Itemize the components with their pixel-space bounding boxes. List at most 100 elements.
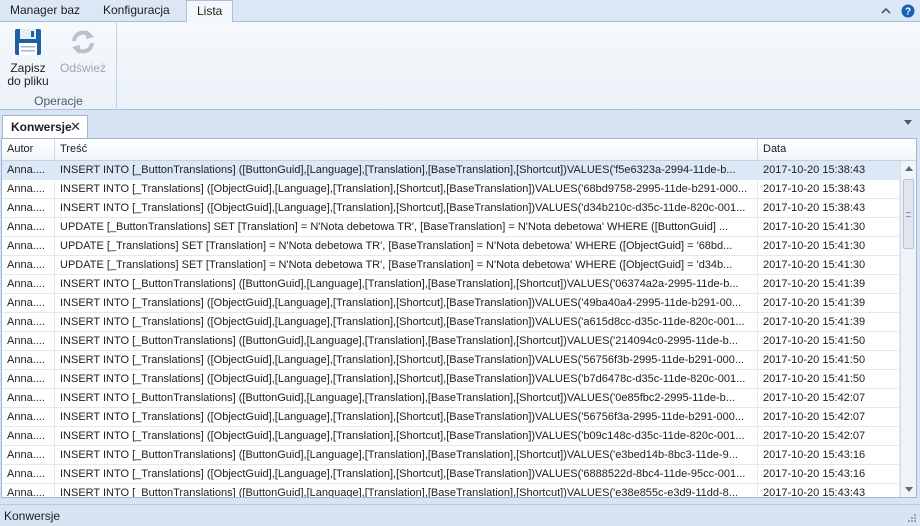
cell-autor: Anna....	[2, 275, 55, 293]
table-row[interactable]: Anna.... INSERT INTO [_Translations] ([Ob…	[2, 180, 900, 199]
table-row[interactable]: Anna.... INSERT INTO [_Translations] ([Ob…	[2, 294, 900, 313]
close-icon[interactable]: ✕	[70, 116, 81, 138]
ribbon: Zapisz do pliku Odśwież Operacje	[0, 22, 920, 110]
tab-manager-baz[interactable]: Manager baz	[0, 0, 90, 22]
table-row[interactable]: Anna.... UPDATE [_Translations] SET [Tran…	[2, 237, 900, 256]
cell-tresc: INSERT INTO [_Translations] ([ObjectGuid…	[55, 180, 758, 198]
table-row[interactable]: Anna.... INSERT INTO [_Translations] ([Ob…	[2, 313, 900, 332]
cell-data: 2017-10-20 15:41:30	[758, 256, 900, 274]
cell-autor: Anna....	[2, 180, 55, 198]
data-grid: Autor Treść Data Anna.... INSERT INTO [_B…	[1, 138, 917, 498]
save-button-label: Zapisz do pliku	[7, 61, 49, 88]
column-header-autor[interactable]: Autor	[2, 139, 55, 160]
table-row[interactable]: Anna.... INSERT INTO [_ButtonTranslations…	[2, 389, 900, 408]
table-row[interactable]: Anna.... UPDATE [_ButtonTranslations] SET…	[2, 218, 900, 237]
table-row[interactable]: Anna.... INSERT INTO [_ButtonTranslations…	[2, 275, 900, 294]
table-row[interactable]: Anna.... INSERT INTO [_Translations] ([Ob…	[2, 408, 900, 427]
refresh-icon	[67, 26, 99, 58]
table-row[interactable]: Anna.... UPDATE [_Translations] SET [Tran…	[2, 256, 900, 275]
cell-data: 2017-10-20 15:38:43	[758, 180, 900, 198]
help-icon[interactable]: ?	[900, 3, 916, 19]
cell-data: 2017-10-20 15:41:39	[758, 275, 900, 293]
cell-tresc: INSERT INTO [_ButtonTranslations] ([Butt…	[55, 484, 758, 497]
cell-tresc: INSERT INTO [_ButtonTranslations] ([Butt…	[55, 275, 758, 293]
cell-data: 2017-10-20 15:38:43	[758, 161, 900, 179]
cell-data: 2017-10-20 15:43:16	[758, 465, 900, 483]
cell-data: 2017-10-20 15:41:39	[758, 313, 900, 331]
cell-autor: Anna....	[2, 256, 55, 274]
scroll-up-icon[interactable]	[905, 166, 913, 171]
chevron-down-icon[interactable]	[904, 120, 912, 125]
cell-tresc: INSERT INTO [_ButtonTranslations] ([Butt…	[55, 332, 758, 350]
cell-autor: Anna....	[2, 389, 55, 407]
cell-autor: Anna....	[2, 294, 55, 312]
cell-data: 2017-10-20 15:42:07	[758, 427, 900, 445]
cell-autor: Anna....	[2, 218, 55, 236]
ribbon-group-operacje: Zapisz do pliku Odśwież Operacje	[0, 22, 117, 110]
tab-lista[interactable]: Lista	[186, 0, 234, 23]
cell-tresc: INSERT INTO [_Translations] ([ObjectGuid…	[55, 313, 758, 331]
cell-data: 2017-10-20 15:41:50	[758, 332, 900, 350]
tab-konwersje[interactable]: Konwersje ✕	[2, 115, 88, 139]
cell-data: 2017-10-20 15:41:50	[758, 351, 900, 369]
cell-autor: Anna....	[2, 408, 55, 426]
cell-data: 2017-10-20 15:42:07	[758, 389, 900, 407]
resize-grip-icon[interactable]	[907, 513, 917, 523]
cell-autor: Anna....	[2, 313, 55, 331]
cell-autor: Anna....	[2, 446, 55, 464]
table-row[interactable]: Anna.... INSERT INTO [_Translations] ([Ob…	[2, 370, 900, 389]
table-row[interactable]: Anna.... INSERT INTO [_Translations] ([Ob…	[2, 465, 900, 484]
cell-autor: Anna....	[2, 351, 55, 369]
column-header-data[interactable]: Data	[758, 139, 916, 160]
cell-autor: Anna....	[2, 465, 55, 483]
save-to-file-button[interactable]: Zapisz do pliku	[1, 26, 55, 88]
cell-autor: Anna....	[2, 427, 55, 445]
scrollbar-thumb[interactable]	[903, 179, 914, 249]
cell-data: 2017-10-20 15:41:50	[758, 370, 900, 388]
cell-tresc: UPDATE [_ButtonTranslations] SET [Transl…	[55, 218, 758, 236]
grid-header: Autor Treść Data	[2, 139, 916, 161]
cell-tresc: UPDATE [_Translations] SET [Translation]…	[55, 237, 758, 255]
tab-konfiguracja[interactable]: Konfiguracja	[93, 0, 180, 22]
cell-tresc: INSERT INTO [_Translations] ([ObjectGuid…	[55, 465, 758, 483]
cell-data: 2017-10-20 15:43:16	[758, 446, 900, 464]
cell-tresc: INSERT INTO [_Translations] ([ObjectGuid…	[55, 408, 758, 426]
cell-tresc: INSERT INTO [_Translations] ([ObjectGuid…	[55, 294, 758, 312]
cell-tresc: INSERT INTO [_Translations] ([ObjectGuid…	[55, 199, 758, 217]
floppy-disk-icon	[12, 26, 44, 58]
grid-rows: Anna.... INSERT INTO [_ButtonTranslations…	[2, 161, 900, 497]
status-bar: Konwersje	[0, 504, 920, 526]
cell-data: 2017-10-20 15:41:39	[758, 294, 900, 312]
cell-tresc: UPDATE [_Translations] SET [Translation]…	[55, 256, 758, 274]
table-row[interactable]: Anna.... INSERT INTO [_ButtonTranslations…	[2, 161, 900, 180]
cell-data: 2017-10-20 15:42:07	[758, 408, 900, 426]
cell-autor: Anna....	[2, 370, 55, 388]
menu-bar: Manager baz Konfiguracja Lista ?	[0, 0, 920, 23]
table-row[interactable]: Anna.... INSERT INTO [_ButtonTranslations…	[2, 332, 900, 351]
vertical-scrollbar[interactable]	[900, 161, 916, 497]
cell-data: 2017-10-20 15:38:43	[758, 199, 900, 217]
window-controls: ?	[878, 3, 916, 19]
column-header-tresc[interactable]: Treść	[55, 139, 758, 160]
cell-data: 2017-10-20 15:41:30	[758, 237, 900, 255]
cell-tresc: INSERT INTO [_Translations] ([ObjectGuid…	[55, 427, 758, 445]
table-row[interactable]: Anna.... INSERT INTO [_ButtonTranslations…	[2, 484, 900, 497]
table-row[interactable]: Anna.... INSERT INTO [_Translations] ([Ob…	[2, 427, 900, 446]
cell-data: 2017-10-20 15:41:30	[758, 218, 900, 236]
refresh-button[interactable]: Odśwież	[56, 26, 110, 75]
cell-tresc: INSERT INTO [_ButtonTranslations] ([Butt…	[55, 161, 758, 179]
table-row[interactable]: Anna.... INSERT INTO [_Translations] ([Ob…	[2, 199, 900, 218]
group-label: Operacje	[34, 94, 83, 108]
cell-autor: Anna....	[2, 161, 55, 179]
status-text: Konwersje	[4, 509, 61, 523]
cell-autor: Anna....	[2, 484, 55, 497]
table-row[interactable]: Anna.... INSERT INTO [_Translations] ([Ob…	[2, 351, 900, 370]
cell-tresc: INSERT INTO [_Translations] ([ObjectGuid…	[55, 370, 758, 388]
scroll-down-icon[interactable]	[905, 487, 913, 492]
doc-tab-label: Konwersje	[11, 120, 72, 134]
cell-tresc: INSERT INTO [_ButtonTranslations] ([Butt…	[55, 389, 758, 407]
collapse-ribbon-icon[interactable]	[878, 3, 894, 19]
table-row[interactable]: Anna.... INSERT INTO [_ButtonTranslations…	[2, 446, 900, 465]
cell-autor: Anna....	[2, 199, 55, 217]
cell-tresc: INSERT INTO [_ButtonTranslations] ([Butt…	[55, 446, 758, 464]
